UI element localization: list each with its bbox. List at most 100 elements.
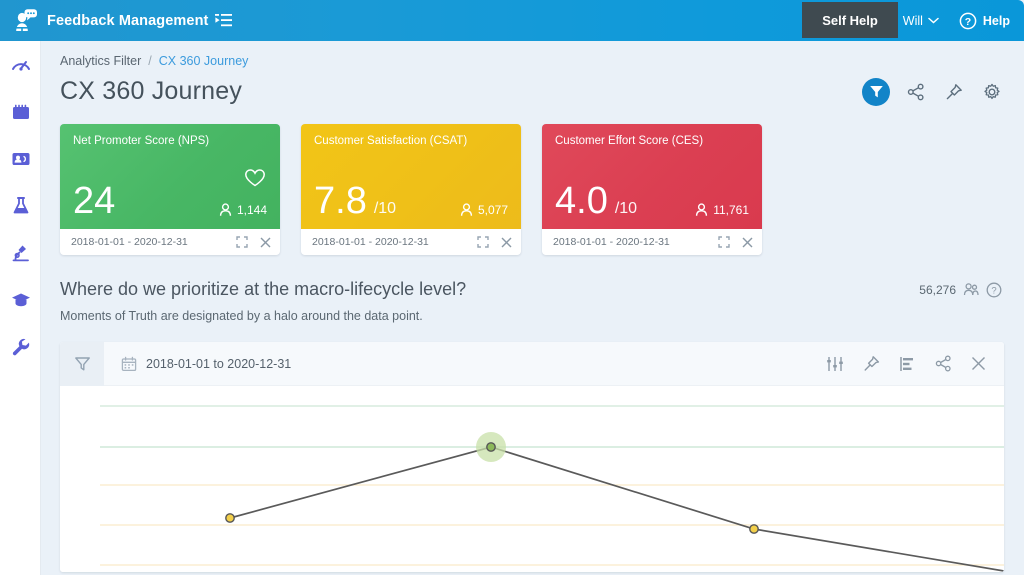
kpi-date-range: 2018-01-01 - 2020-12-31 [553,236,670,248]
kpi-responses: 11,761 [695,203,749,217]
share-icon[interactable] [935,355,952,372]
kpi-card-csat[interactable]: Customer Satisfaction (CSAT) 7.8 /10 5,0… [301,124,521,255]
calendar-icon [121,356,137,372]
page-title-row: CX 360 Journey [41,68,1024,106]
self-help-tooltip[interactable]: Self Help [802,2,898,38]
expand-icon[interactable] [477,236,489,248]
kpi-unit: /10 [374,200,396,218]
page-title: CX 360 Journey [60,77,242,106]
kpi-response-count: 5,077 [478,203,508,217]
question-circle-icon[interactable]: ? [986,282,1002,298]
kpi-card-body: Net Promoter Score (NPS) 24 [60,124,280,229]
kpi-footer-actions [718,236,753,248]
section-header: Where do we prioritize at the macro-life… [41,255,1024,300]
left-sidebar [0,41,41,575]
chart-toolbar-actions [826,355,1004,372]
chart-plot-area[interactable] [60,386,1004,572]
kpi-label: Customer Effort Score (CES) [555,135,749,147]
section-question: Where do we prioritize at the macro-life… [60,279,466,300]
kpi-responses: 1,144 [219,203,267,217]
kpi-response-count: 1,144 [237,203,267,217]
expand-icon[interactable] [718,236,730,248]
journey-line-chart [60,386,1004,572]
settings-button[interactable] [980,80,1004,104]
sidebar-item-calendar[interactable] [0,88,41,135]
user-name-label: Will [903,14,923,28]
help-link[interactable]: ? Help [959,12,1010,30]
close-icon[interactable] [260,237,271,248]
chart-data-point[interactable] [226,514,234,522]
filter-button[interactable] [862,78,890,106]
breadcrumb-root[interactable]: Analytics Filter [60,54,141,68]
expand-icon[interactable] [236,236,248,248]
person-responses-icon [460,203,473,217]
brand-area[interactable]: Feedback Management [0,8,232,34]
kpi-card-body: Customer Satisfaction (CSAT) 7.8 /10 5,0… [301,124,521,229]
chevron-down-icon [928,17,939,24]
sidebar-item-dashboard[interactable] [0,41,41,88]
kpi-card-footer: 2018-01-01 - 2020-12-31 [301,229,521,255]
close-icon[interactable] [501,237,512,248]
kpi-card-footer: 2018-01-01 - 2020-12-31 [60,229,280,255]
svg-text:?: ? [965,16,971,28]
kpi-card-ces[interactable]: Customer Effort Score (CES) 4.0 /10 11,7… [542,124,762,255]
feedback-avatar-icon [12,8,38,34]
application-window: Feedback Management [0,0,1024,575]
sidebar-item-tools[interactable] [0,323,41,370]
kpi-value: 7.8 [314,182,367,220]
kpi-footer-actions [477,236,512,248]
kpi-value-group: 7.8 /10 [314,182,396,220]
sidebar-item-experiments[interactable] [0,182,41,229]
app-title: Feedback Management [47,13,208,29]
kpi-label: Net Promoter Score (NPS) [73,135,267,147]
chart-data-point[interactable] [487,443,495,451]
person-responses-icon [219,203,232,217]
kpi-response-count: 11,761 [713,203,749,217]
kpi-date-range: 2018-01-01 - 2020-12-31 [312,236,429,248]
page-actions [862,78,1004,106]
kpi-label: Customer Satisfaction (CSAT) [314,135,508,147]
kpi-card-list: Net Promoter Score (NPS) 24 [41,106,1024,255]
share-button[interactable] [904,80,928,104]
section-count-value: 56,276 [919,283,956,297]
sidebar-item-learning[interactable] [0,276,41,323]
breadcrumb-current[interactable]: CX 360 Journey [159,54,249,68]
pin-icon[interactable] [863,355,880,372]
kpi-value: 4.0 [555,182,608,220]
close-icon[interactable] [742,237,753,248]
main-content: Analytics Filter / CX 360 Journey CX 360… [41,41,1024,575]
section-response-count: 56,276 ? [919,282,1002,298]
chart-data-point[interactable] [750,525,758,533]
collapse-panel-icon[interactable] [215,13,232,28]
pin-button[interactable] [942,80,966,104]
people-group-icon [963,282,979,297]
close-icon[interactable] [971,356,986,371]
chart-line [230,447,1004,572]
kpi-date-range: 2018-01-01 - 2020-12-31 [71,236,188,248]
kpi-value: 24 [73,182,115,220]
heart-icon[interactable] [244,168,266,188]
chart-filter-button[interactable] [60,342,104,386]
kpi-value-group: 4.0 /10 [555,182,637,220]
sidebar-item-research[interactable] [0,229,41,276]
breadcrumb-separator: / [148,54,151,68]
kpi-footer-actions [236,236,271,248]
sidebar-item-contacts[interactable] [0,135,41,182]
bar-list-icon[interactable] [899,356,916,372]
kpi-value-group: 24 [73,182,122,220]
question-circle-icon: ? [959,12,977,30]
chart-date-range-label: 2018-01-01 to 2020-12-31 [146,357,291,371]
chart-date-range[interactable]: 2018-01-01 to 2020-12-31 [104,356,291,372]
kpi-responses: 5,077 [460,203,508,217]
section-subnote: Moments of Truth are designated by a hal… [41,300,1024,323]
kpi-unit: /10 [615,200,637,218]
person-responses-icon [695,203,708,217]
kpi-card-nps[interactable]: Net Promoter Score (NPS) 24 [60,124,280,255]
kpi-card-body: Customer Effort Score (CES) 4.0 /10 11,7… [542,124,762,229]
sliders-icon[interactable] [826,356,844,372]
kpi-card-footer: 2018-01-01 - 2020-12-31 [542,229,762,255]
user-menu[interactable]: Will [903,14,939,28]
breadcrumb: Analytics Filter / CX 360 Journey [41,41,1024,68]
chart-toolbar: 2018-01-01 to 2020-12-31 [60,342,1004,386]
help-label: Help [983,14,1010,28]
